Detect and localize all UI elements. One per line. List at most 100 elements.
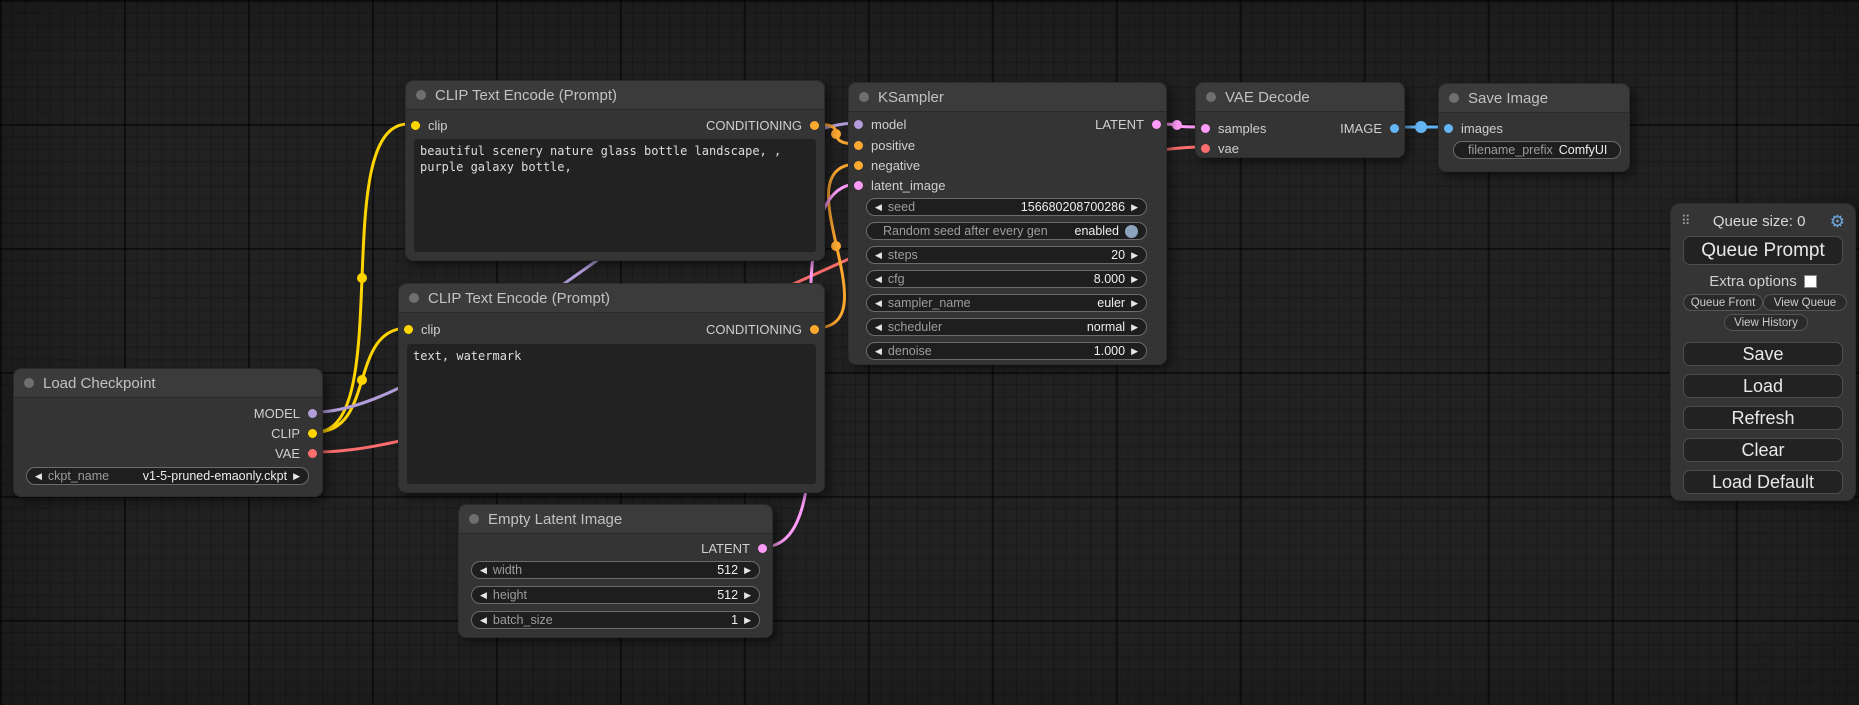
conditioning-slot-icon[interactable] <box>854 161 863 170</box>
node-header[interactable]: CLIP Text Encode (Prompt) <box>399 284 824 313</box>
prompt-textarea[interactable]: beautiful scenery nature glass bottle la… <box>414 139 816 252</box>
arrow-left-icon[interactable]: ◀ <box>875 347 882 356</box>
clip-slot-icon[interactable] <box>411 121 420 130</box>
latent-slot-icon[interactable] <box>1152 120 1161 129</box>
arrow-right-icon[interactable]: ▶ <box>744 616 751 625</box>
arrow-left-icon[interactable]: ◀ <box>875 251 882 260</box>
scheduler-widget[interactable]: ◀ scheduler normal ▶ <box>866 318 1147 336</box>
collapse-dot-icon[interactable] <box>859 92 869 102</box>
arrow-left-icon[interactable]: ◀ <box>875 323 882 332</box>
collapse-dot-icon[interactable] <box>416 90 426 100</box>
latent-slot-icon[interactable] <box>854 181 863 190</box>
node-clip-text-encode-negative[interactable]: CLIP Text Encode (Prompt) clip CONDITION… <box>398 283 825 493</box>
view-history-button[interactable]: View History <box>1724 314 1808 331</box>
collapse-dot-icon[interactable] <box>1206 92 1216 102</box>
output-latent[interactable]: LATENT <box>701 538 767 558</box>
queue-front-button[interactable]: Queue Front <box>1683 294 1763 311</box>
arrow-right-icon[interactable]: ▶ <box>1131 323 1138 332</box>
node-header[interactable]: CLIP Text Encode (Prompt) <box>406 81 824 110</box>
clip-slot-icon[interactable] <box>308 429 317 438</box>
width-widget[interactable]: ◀ width 512 ▶ <box>471 561 760 579</box>
node-load-checkpoint[interactable]: Load Checkpoint MODEL CLIP VAE ◀ ckpt_na… <box>13 368 323 497</box>
drag-handle-icon[interactable]: ⠿ <box>1681 213 1689 229</box>
arrow-right-icon[interactable]: ▶ <box>1131 203 1138 212</box>
node-header[interactable]: KSampler <box>849 83 1166 112</box>
collapse-dot-icon[interactable] <box>409 293 419 303</box>
output-latent[interactable]: LATENT <box>1095 114 1161 134</box>
collapse-dot-icon[interactable] <box>1449 93 1459 103</box>
prompt-textarea[interactable]: text, watermark <box>407 344 816 484</box>
refresh-button[interactable]: Refresh <box>1683 406 1843 430</box>
collapse-dot-icon[interactable] <box>24 378 34 388</box>
output-clip[interactable]: CLIP <box>271 423 317 443</box>
queue-prompt-button[interactable]: Queue Prompt <box>1683 236 1843 265</box>
clear-button[interactable]: Clear <box>1683 438 1843 462</box>
load-default-button[interactable]: Load Default <box>1683 470 1843 494</box>
arrow-left-icon[interactable]: ◀ <box>875 299 882 308</box>
model-slot-icon[interactable] <box>854 120 863 129</box>
sampler-name-widget[interactable]: ◀ sampler_name euler ▶ <box>866 294 1147 312</box>
arrow-right-icon[interactable]: ▶ <box>1131 347 1138 356</box>
node-clip-text-encode-positive[interactable]: CLIP Text Encode (Prompt) clip CONDITION… <box>405 80 825 261</box>
batch-size-widget[interactable]: ◀ batch_size 1 ▶ <box>471 611 760 629</box>
image-slot-icon[interactable] <box>1390 124 1399 133</box>
conditioning-slot-icon[interactable] <box>810 121 819 130</box>
vae-slot-icon[interactable] <box>308 449 317 458</box>
node-vae-decode[interactable]: VAE Decode samples IMAGE vae <box>1195 82 1405 158</box>
arrow-left-icon[interactable]: ◀ <box>35 472 42 481</box>
toggle-enabled-icon[interactable] <box>1125 225 1138 238</box>
steps-widget[interactable]: ◀ steps 20 ▶ <box>866 246 1147 264</box>
input-samples[interactable]: samples <box>1201 118 1266 138</box>
extra-options-checkbox[interactable] <box>1804 275 1817 288</box>
view-queue-button[interactable]: View Queue <box>1763 294 1847 311</box>
arrow-right-icon[interactable]: ▶ <box>1131 275 1138 284</box>
arrow-left-icon[interactable]: ◀ <box>480 566 487 575</box>
latent-slot-icon[interactable] <box>758 544 767 553</box>
arrow-right-icon[interactable]: ▶ <box>1131 299 1138 308</box>
arrow-right-icon[interactable]: ▶ <box>744 566 751 575</box>
node-graph-canvas[interactable]: Load Checkpoint MODEL CLIP VAE ◀ ckpt_na… <box>0 0 1859 705</box>
arrow-left-icon[interactable]: ◀ <box>875 275 882 284</box>
input-clip[interactable]: clip <box>411 115 448 135</box>
random-seed-toggle-widget[interactable]: Random seed after every gen enabled <box>866 222 1147 240</box>
input-negative[interactable]: negative <box>854 155 920 175</box>
input-positive[interactable]: positive <box>854 135 915 155</box>
input-model[interactable]: model <box>854 114 906 134</box>
arrow-right-icon[interactable]: ▶ <box>293 472 300 481</box>
node-empty-latent-image[interactable]: Empty Latent Image LATENT ◀ width 512 ▶ … <box>458 504 773 638</box>
cfg-widget[interactable]: ◀ cfg 8.000 ▶ <box>866 270 1147 288</box>
node-save-image[interactable]: Save Image images filename_prefix ComfyU… <box>1438 83 1630 172</box>
output-model[interactable]: MODEL <box>254 403 317 423</box>
arrow-right-icon[interactable]: ▶ <box>1131 251 1138 260</box>
arrow-left-icon[interactable]: ◀ <box>875 203 882 212</box>
gear-icon[interactable]: ⚙ <box>1830 213 1845 230</box>
output-vae[interactable]: VAE <box>275 443 317 463</box>
clip-slot-icon[interactable] <box>404 325 413 334</box>
input-latent-image[interactable]: latent_image <box>854 175 945 195</box>
output-image[interactable]: IMAGE <box>1340 118 1399 138</box>
conditioning-slot-icon[interactable] <box>854 141 863 150</box>
vae-slot-icon[interactable] <box>1201 144 1210 153</box>
model-slot-icon[interactable] <box>308 409 317 418</box>
save-button[interactable]: Save <box>1683 342 1843 366</box>
seed-widget[interactable]: ◀ seed 156680208700286 ▶ <box>866 198 1147 216</box>
node-header[interactable]: Load Checkpoint <box>14 369 322 398</box>
height-widget[interactable]: ◀ height 512 ▶ <box>471 586 760 604</box>
input-images[interactable]: images <box>1444 118 1503 138</box>
input-clip[interactable]: clip <box>404 319 441 339</box>
input-vae[interactable]: vae <box>1201 138 1239 158</box>
conditioning-slot-icon[interactable] <box>810 325 819 334</box>
arrow-left-icon[interactable]: ◀ <box>480 616 487 625</box>
collapse-dot-icon[interactable] <box>469 514 479 524</box>
arrow-right-icon[interactable]: ▶ <box>744 591 751 600</box>
node-header[interactable]: Save Image <box>1439 84 1629 113</box>
arrow-left-icon[interactable]: ◀ <box>480 591 487 600</box>
output-conditioning[interactable]: CONDITIONING <box>706 115 819 135</box>
node-header[interactable]: VAE Decode <box>1196 83 1404 112</box>
node-header[interactable]: Empty Latent Image <box>459 505 772 534</box>
denoise-widget[interactable]: ◀ denoise 1.000 ▶ <box>866 342 1147 360</box>
node-ksampler[interactable]: KSampler model LATENT positive negative … <box>848 82 1167 365</box>
image-slot-icon[interactable] <box>1444 124 1453 133</box>
latent-slot-icon[interactable] <box>1201 124 1210 133</box>
filename-prefix-widget[interactable]: filename_prefix ComfyUI <box>1453 141 1621 159</box>
